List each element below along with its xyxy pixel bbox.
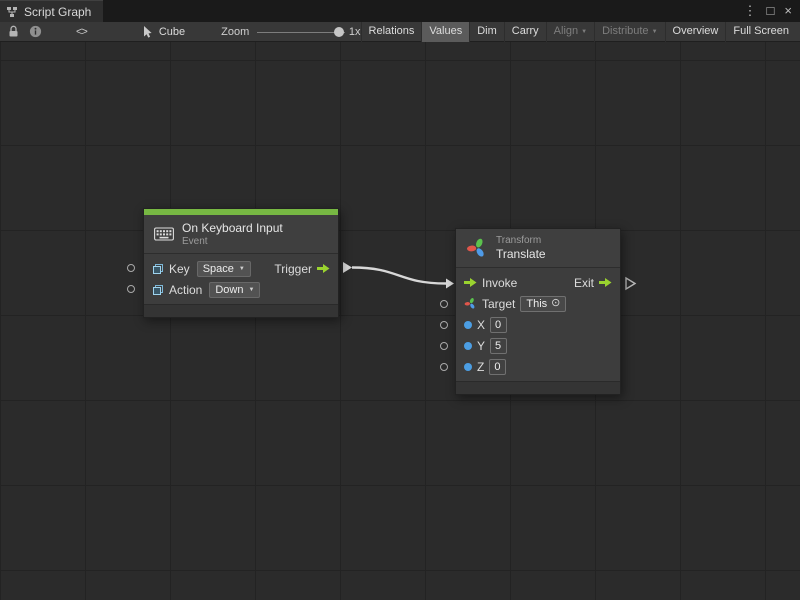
object-picker-icon[interactable]: ⊙: [551, 298, 560, 309]
cursor-icon: [143, 26, 154, 38]
connection-trigger-to-invoke[interactable]: [352, 268, 446, 284]
connection-layer: [0, 42, 800, 600]
chevron-down-icon: ▼: [239, 266, 245, 272]
port-action-input[interactable]: [127, 285, 135, 293]
window-controls: ⋮ □ ×: [744, 0, 800, 22]
key-row: Key Space▼ Trigger: [144, 258, 338, 279]
toolbar-button-carry[interactable]: Carry: [504, 22, 546, 42]
value-port-icon: [464, 342, 472, 350]
trigger-output-port[interactable]: [317, 263, 330, 274]
transform-icon: [466, 237, 488, 259]
node-header[interactable]: Transform Translate: [456, 229, 620, 267]
toolbar-button-align: Align▼: [546, 22, 594, 42]
graph-target-label: Cube: [159, 26, 185, 38]
action-dropdown[interactable]: Down▼: [209, 282, 260, 298]
node-footer: [456, 381, 620, 394]
x-row: X 0: [456, 314, 620, 335]
node-body: Invoke Exit Target This⊙ X 0: [456, 267, 620, 381]
toolbar-button-dim[interactable]: Dim: [469, 22, 504, 42]
trigger-label: Trigger: [274, 262, 312, 276]
action-row: Action Down▼: [144, 279, 338, 300]
node-translate[interactable]: Transform Translate Invoke Exit: [455, 228, 621, 395]
node-footer: [144, 304, 338, 317]
code-icon[interactable]: <>: [76, 26, 87, 38]
chevron-down-icon: ▼: [248, 287, 254, 293]
value-port-icon: [464, 363, 472, 371]
toolbar-button-relations[interactable]: Relations: [361, 22, 422, 42]
node-subtitle: Event: [182, 236, 283, 247]
y-row: Y 5: [456, 335, 620, 356]
action-type-icon: [152, 284, 164, 296]
y-value-field[interactable]: 5: [490, 338, 507, 354]
key-dropdown[interactable]: Space▼: [197, 261, 251, 277]
invoke-row: Invoke Exit: [456, 272, 620, 293]
chevron-down-icon: ▼: [581, 29, 587, 35]
node-body: Key Space▼ Trigger Action Down▼: [144, 253, 338, 304]
chevron-down-icon: ▼: [652, 29, 658, 35]
connection-arrowhead-icon: [446, 279, 454, 289]
zoom-slider-knob[interactable]: [334, 27, 344, 37]
port-x-input[interactable]: [440, 321, 448, 329]
z-row: Z 0: [456, 356, 620, 377]
maximize-icon[interactable]: □: [767, 0, 775, 22]
toolbar-button-distribute: Distribute▼: [594, 22, 664, 42]
node-on-keyboard-input[interactable]: On Keyboard Input Event Key Space▼ Trigg…: [143, 208, 339, 318]
port-key-input[interactable]: [127, 264, 135, 272]
invoke-input-port[interactable]: [464, 277, 477, 288]
close-icon[interactable]: ×: [784, 0, 792, 22]
action-label: Action: [169, 283, 202, 297]
tab-title: Script Graph: [24, 5, 91, 19]
exit-output-port[interactable]: [599, 277, 612, 288]
exit-label: Exit: [574, 276, 594, 290]
zoom-label: Zoom: [221, 26, 249, 38]
trigger-connection-point[interactable]: [343, 262, 352, 273]
value-port-icon: [464, 321, 472, 329]
zoom-slider-track: [257, 32, 345, 33]
toolbar-buttons: Relations Values Dim Carry Align▼ Distri…: [361, 22, 796, 42]
toolbar-button-overview[interactable]: Overview: [665, 22, 726, 42]
z-value-field[interactable]: 0: [489, 359, 506, 375]
lock-icon[interactable]: [8, 25, 19, 38]
tab-script-graph[interactable]: Script Graph: [0, 0, 103, 22]
node-title: Translate: [496, 247, 546, 261]
z-label: Z: [477, 360, 484, 374]
x-label: X: [477, 318, 485, 332]
node-header[interactable]: On Keyboard Input Event: [144, 215, 338, 253]
zoom-value: 1x: [349, 26, 361, 38]
node-title: On Keyboard Input: [182, 221, 283, 235]
exit-connection-point[interactable]: [626, 278, 635, 289]
port-z-input[interactable]: [440, 363, 448, 371]
toolbar-button-values[interactable]: Values: [421, 22, 469, 42]
graph-canvas[interactable]: On Keyboard Input Event Key Space▼ Trigg…: [0, 42, 800, 600]
node-category: Transform: [496, 235, 546, 246]
window-menu-icon[interactable]: ⋮: [744, 0, 757, 22]
port-y-input[interactable]: [440, 342, 448, 350]
transform-type-icon: [464, 297, 477, 310]
target-object-field[interactable]: This⊙: [520, 296, 566, 312]
graph-toolbar: <> Cube Zoom 1x Relations Values Dim Car…: [0, 22, 800, 42]
port-target-input[interactable]: [440, 300, 448, 308]
target-row: Target This⊙: [456, 293, 620, 314]
x-value-field[interactable]: 0: [490, 317, 507, 333]
y-label: Y: [477, 339, 485, 353]
invoke-label: Invoke: [482, 276, 517, 290]
title-bar: Script Graph ⋮ □ ×: [0, 0, 800, 22]
key-label: Key: [169, 262, 190, 276]
toolbar-button-fullscreen[interactable]: Full Screen: [725, 22, 796, 42]
keyboard-icon: [154, 227, 174, 241]
script-graph-icon: [6, 6, 18, 18]
target-label: Target: [482, 297, 515, 311]
graph-target: Cube: [143, 26, 185, 38]
zoom-slider[interactable]: [257, 22, 342, 42]
keycode-type-icon: [152, 263, 164, 275]
info-icon[interactable]: [29, 25, 42, 38]
